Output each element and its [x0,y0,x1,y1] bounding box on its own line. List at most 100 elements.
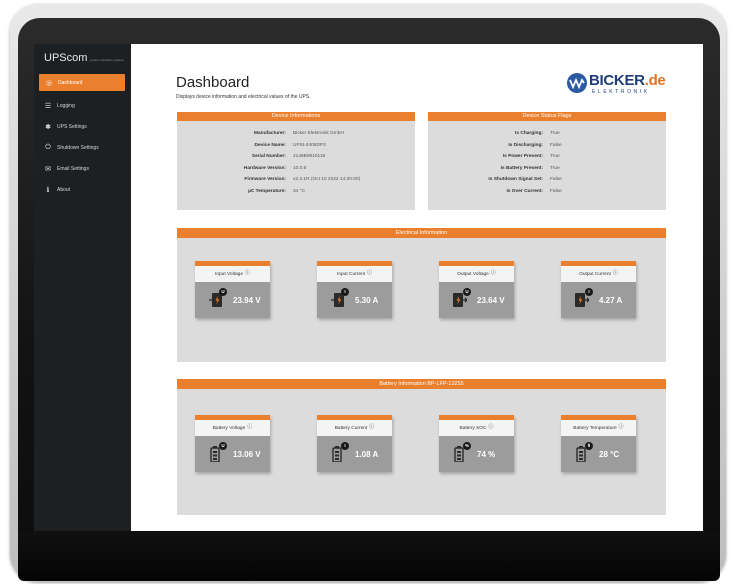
card-title: Battery SOC ⓘ [439,420,514,436]
info-label: Device Name: [254,142,286,148]
card-label: Output Current [579,271,611,277]
help-icon[interactable]: ⓘ [619,423,624,430]
sidebar-item-label: Email Settings [57,165,89,172]
panel-title: Device Informations [177,112,415,121]
info-value: 10.0.6 [293,165,307,171]
battery-current-value: 1.08 A [355,449,379,459]
logo-tagline: ELEKTRONIK [592,89,650,95]
flag-label: Is Power Present: [502,154,543,160]
output-voltage-icon: U [453,288,471,308]
card-label: Battery SOC [459,425,487,431]
help-icon[interactable]: ⓘ [367,269,372,276]
card-body: U 13.06 V [195,436,270,472]
battery-current-card: Battery Current ⓘ I 1.08 A [317,415,392,472]
info-row: Device Name: UPSI-2406DP3 [177,140,415,152]
logo-tld: .de [644,72,666,89]
panel-title: Battery Information BP-LFP-13255 [177,379,666,389]
output-current-card: Output Current ⓘ I 4.27 A [561,261,636,318]
flag-value: False [550,177,562,183]
screen: UPScom power solutions system ◎ Dashboar… [34,44,703,531]
sidebar-item-email-settings[interactable]: ✉ Email Settings [34,158,131,179]
card-label: Input Current [336,271,365,277]
sidebar-item-ups-settings[interactable]: ✱ UPS Settings [34,116,131,137]
flag-label: Is Discharging: [508,142,543,148]
flag-value: False [550,142,562,148]
help-icon[interactable]: ⓘ [613,269,618,276]
tablet-chin [18,532,720,580]
flag-label: Is Charging: [515,131,543,137]
envelope-icon: ✉ [45,165,51,173]
badge-i: I [585,288,593,296]
sidebar-item-about[interactable]: ℹ About [34,179,131,200]
flag-value: False [550,188,562,194]
sidebar-item-dashboard[interactable]: ◎ Dashboard [39,74,125,91]
badge-u: U [463,288,471,296]
help-icon[interactable]: ⓘ [369,423,374,430]
info-value: Bicker Elektronik GmbH [293,131,344,137]
sidebar-item-shutdown-settings[interactable]: ⏻ Shutdown Settings [34,137,131,158]
input-voltage-icon: U [209,288,227,308]
power-icon: ⏻ [45,143,51,151]
help-icon[interactable]: ⓘ [247,423,252,430]
panel-title: Device Status Flags [428,112,666,121]
output-voltage-card: Output Voltage ⓘ U 23.64 V [439,261,514,318]
card-body: θ 28 °C [561,436,636,472]
flag-row: Is Charging: True [428,128,666,140]
output-voltage-value: 23.64 V [477,295,505,305]
info-icon: ℹ [46,186,50,194]
panel-title: Electrical Information [177,228,666,238]
device-info-panel: Device Informations Manufacturer: Bicker … [177,112,415,210]
brand[interactable]: UPScom power solutions system [34,44,131,70]
card-label: Battery Temperature [573,425,617,431]
card-title: Input Current ⓘ [317,266,392,282]
page-subtitle: Displays device information and electric… [176,94,311,100]
help-icon[interactable]: ⓘ [488,423,493,430]
flag-label: Is Shutdown Signal Set: [488,177,543,183]
main-content: Dashboard Displays device information an… [131,44,703,531]
card-body: I 1.08 A [317,436,392,472]
sidebar-item-logging[interactable]: ☰ Logging [34,95,131,116]
flag-row: Is Battery Present: True [428,163,666,175]
battery-temperature-card: Battery Temperature ⓘ θ 28 °C [561,415,636,472]
logo-mark-icon [567,73,587,93]
logo-wordmark: BICKER.de [589,72,666,89]
info-row: µC Temperature: 34 °C [177,186,415,198]
help-icon[interactable]: ⓘ [245,269,250,276]
bicker-logo: BICKER.de ELEKTRONIK [567,72,667,96]
output-current-value: 4.27 A [599,295,623,305]
input-current-icon: I [331,288,349,308]
battery-soc-card: Battery SOC ⓘ % 74 % [439,415,514,472]
dashboard-icon: ◎ [45,79,53,87]
brand-subtitle: power solutions system [90,58,124,62]
info-row: Manufacturer: Bicker Elektronik GmbH [177,128,415,140]
gear-icon: ✱ [45,123,51,131]
sidebar-item-label: About [57,186,71,193]
info-value: UPSI-2406DP3 [293,142,326,148]
input-current-value: 5.30 A [355,295,379,305]
flag-value: True [550,165,560,171]
flag-value: True [550,154,560,160]
sidebar-item-label: Shutdown Settings [57,144,99,151]
brand-name: UPScom [44,52,88,64]
card-label: Battery Current [334,425,368,431]
info-label: Hardware Version: [243,165,286,171]
card-title: Output Current ⓘ [561,266,636,282]
card-title: Input Voltage ⓘ [195,266,270,282]
info-row: Firmware Version: v2.3.1R (Oct 10 2022 14… [177,174,415,186]
badge-i: I [341,442,349,450]
battery-voltage-icon: U [209,442,227,463]
logo-word: BICKER [589,72,645,89]
battery-temperature-icon: θ [575,442,593,463]
flag-row: Is Discharging: False [428,140,666,152]
help-icon[interactable]: ⓘ [491,269,496,276]
info-label: µC Temperature: [248,188,286,194]
card-body: % 74 % [439,436,514,472]
card-title: Battery Voltage ⓘ [195,420,270,436]
card-label: Battery Voltage [212,425,246,431]
card-body: U 23.94 V [195,282,270,318]
card-title: Output Voltage ⓘ [439,266,514,282]
info-label: Manufacturer: [254,131,286,137]
card-body: U 23.64 V [439,282,514,318]
badge-u: U [219,442,227,450]
info-label: Serial Number: [251,154,286,160]
